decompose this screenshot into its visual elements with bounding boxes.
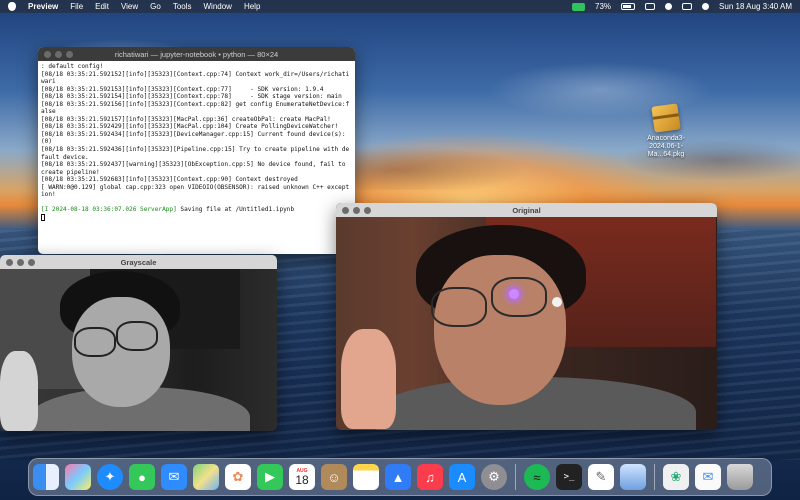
mail-icon[interactable]: ✉ [161, 464, 187, 490]
minimize-button[interactable] [17, 258, 24, 266]
contacts-icon[interactable]: ☺ [321, 464, 347, 490]
terminal-line: [08/18 03:35:21.592152][info][35323][Con… [41, 70, 350, 86]
trash-icon[interactable] [727, 464, 753, 490]
terminal-line: [08/18 03:35:21.592683][info][35323][Con… [41, 176, 298, 184]
calendar-icon[interactable]: AUG 18 [289, 464, 315, 490]
person-face [434, 255, 566, 405]
terminal-line: [08/18 03:35:21.592157][info][35323][Mac… [41, 115, 331, 123]
textedit-icon[interactable]: ✎ [588, 464, 614, 490]
zoom-button[interactable] [66, 50, 73, 58]
glasses-right-lens [491, 277, 547, 317]
dock-separator [654, 464, 655, 490]
messages-icon[interactable]: ● [129, 464, 155, 490]
spotify-icon[interactable]: ≈ [524, 464, 550, 490]
battery-percent: 73% [595, 2, 612, 11]
terminal-line: [08/18 03:35:21.592434][info][35323][Dev… [41, 130, 350, 146]
keynote-icon[interactable]: ▲ [385, 464, 411, 490]
calendar-day: 18 [295, 472, 309, 487]
terminal-line: [08/18 03:35:21.592429][info][35323][Mac… [41, 123, 339, 131]
dock: ✦ ● ✉ ✿ ▶ AUG 18 ☺ ▲ ♫ A ⚙ ≈ >_ ✎ ❀ ✉ [28, 458, 772, 496]
desktop-file-label: Anaconda3-2024.06-1-Ma...64.pkg [647, 135, 685, 158]
terminal-line: [08/18 03:35:21.592156][info][35323][Con… [41, 100, 350, 116]
terminal-window[interactable]: richatiwari — jupyter-notebook • python … [38, 47, 355, 254]
lens-reflection [509, 289, 519, 299]
control-center-icon[interactable] [682, 3, 693, 10]
menu-window[interactable]: Window [204, 2, 232, 11]
grayscale-title: Grayscale [120, 257, 157, 267]
facetime-camera-status-icon[interactable] [572, 2, 586, 11]
launchpad-icon[interactable] [65, 464, 91, 490]
terminal-line: [08/18 03:35:21.592154][info][35323][Con… [41, 93, 342, 101]
original-video-feed [336, 217, 717, 430]
zoom-button[interactable] [28, 258, 35, 266]
grayscale-video-feed [0, 269, 277, 431]
menu-tools[interactable]: Tools [173, 2, 192, 11]
menu-help[interactable]: Help [244, 2, 260, 11]
dock-separator [515, 464, 516, 490]
peace-sign-hand [341, 329, 396, 429]
menu-app-name[interactable]: Preview [28, 2, 58, 11]
server-log-message: Saving file at /Untitled1.ipynb [176, 206, 295, 214]
close-button[interactable] [6, 258, 13, 266]
glasses-left-lens [431, 287, 487, 327]
close-button[interactable] [44, 50, 51, 58]
earbud [552, 297, 562, 307]
minimize-button[interactable] [55, 50, 62, 58]
terminal-line: [ WARN:0@0.129] global cap.cpp:323 open … [41, 183, 350, 199]
glasses-left-lens [74, 327, 116, 357]
menu-clock[interactable]: Sun 18 Aug 3:40 AM [719, 2, 792, 11]
peace-sign-hand [0, 351, 38, 431]
terminal-line: [08/18 03:35:21.592436][info][35323][Pip… [41, 146, 350, 161]
app-store-icon[interactable]: A [449, 464, 475, 490]
menu-view[interactable]: View [121, 2, 138, 11]
wifi-icon[interactable] [645, 3, 656, 10]
terminal-titlebar[interactable]: richatiwari — jupyter-notebook • python … [38, 47, 355, 61]
music-icon[interactable]: ♫ [417, 464, 443, 490]
finder-icon[interactable] [33, 464, 59, 490]
search-icon[interactable] [665, 3, 673, 10]
desktop-file-anaconda-pkg[interactable]: Anaconda3-2024.06-1-Ma...64.pkg [636, 103, 696, 159]
battery-icon[interactable] [621, 3, 636, 10]
zoom-button[interactable] [364, 206, 371, 214]
system-settings-icon[interactable]: ⚙ [481, 464, 507, 490]
terminal-line: [08/18 03:35:21.592437][warning][35323][… [41, 161, 350, 176]
user-switch-icon[interactable] [702, 3, 710, 10]
python-icon[interactable]: ❀ [663, 464, 689, 490]
preview-icon[interactable] [620, 464, 646, 490]
original-window[interactable]: Original [336, 203, 717, 430]
maps-icon[interactable] [193, 464, 219, 490]
mail-downloads-icon[interactable]: ✉ [695, 464, 721, 490]
apple-menu-icon[interactable] [8, 2, 16, 11]
notes-icon[interactable] [353, 464, 379, 490]
menu-file[interactable]: File [70, 2, 83, 11]
package-icon [651, 103, 681, 133]
facetime-icon[interactable]: ▶ [257, 464, 283, 490]
server-log-prefix: [I 2024-08-18 03:36:07.026 ServerApp] [41, 206, 177, 214]
safari-icon[interactable]: ✦ [97, 464, 123, 490]
glasses-right-lens [116, 321, 158, 351]
grayscale-window[interactable]: Grayscale [0, 255, 277, 431]
terminal-title: richatiwari — jupyter-notebook • python … [114, 49, 279, 59]
grayscale-titlebar[interactable]: Grayscale [0, 255, 277, 269]
menu-bar: Preview File Edit View Go Tools Window H… [0, 0, 800, 13]
terminal-line: : default config! [41, 63, 104, 70]
terminal-output[interactable]: : default config! [08/18 03:35:21.592152]… [38, 61, 355, 224]
terminal-cursor [41, 213, 45, 221]
terminal-icon[interactable]: >_ [556, 464, 582, 490]
menu-edit[interactable]: Edit [95, 2, 109, 11]
original-titlebar[interactable]: Original [336, 203, 717, 217]
close-button[interactable] [342, 206, 349, 214]
terminal-server-line: [I 2024-08-18 03:36:07.026 ServerApp] Sa… [41, 206, 352, 214]
terminal-line: [08/18 03:35:21.592153][info][35323][Con… [41, 85, 324, 93]
original-title: Original [512, 205, 541, 215]
photos-icon[interactable]: ✿ [225, 464, 251, 490]
minimize-button[interactable] [353, 206, 360, 214]
menu-go[interactable]: Go [150, 2, 161, 11]
